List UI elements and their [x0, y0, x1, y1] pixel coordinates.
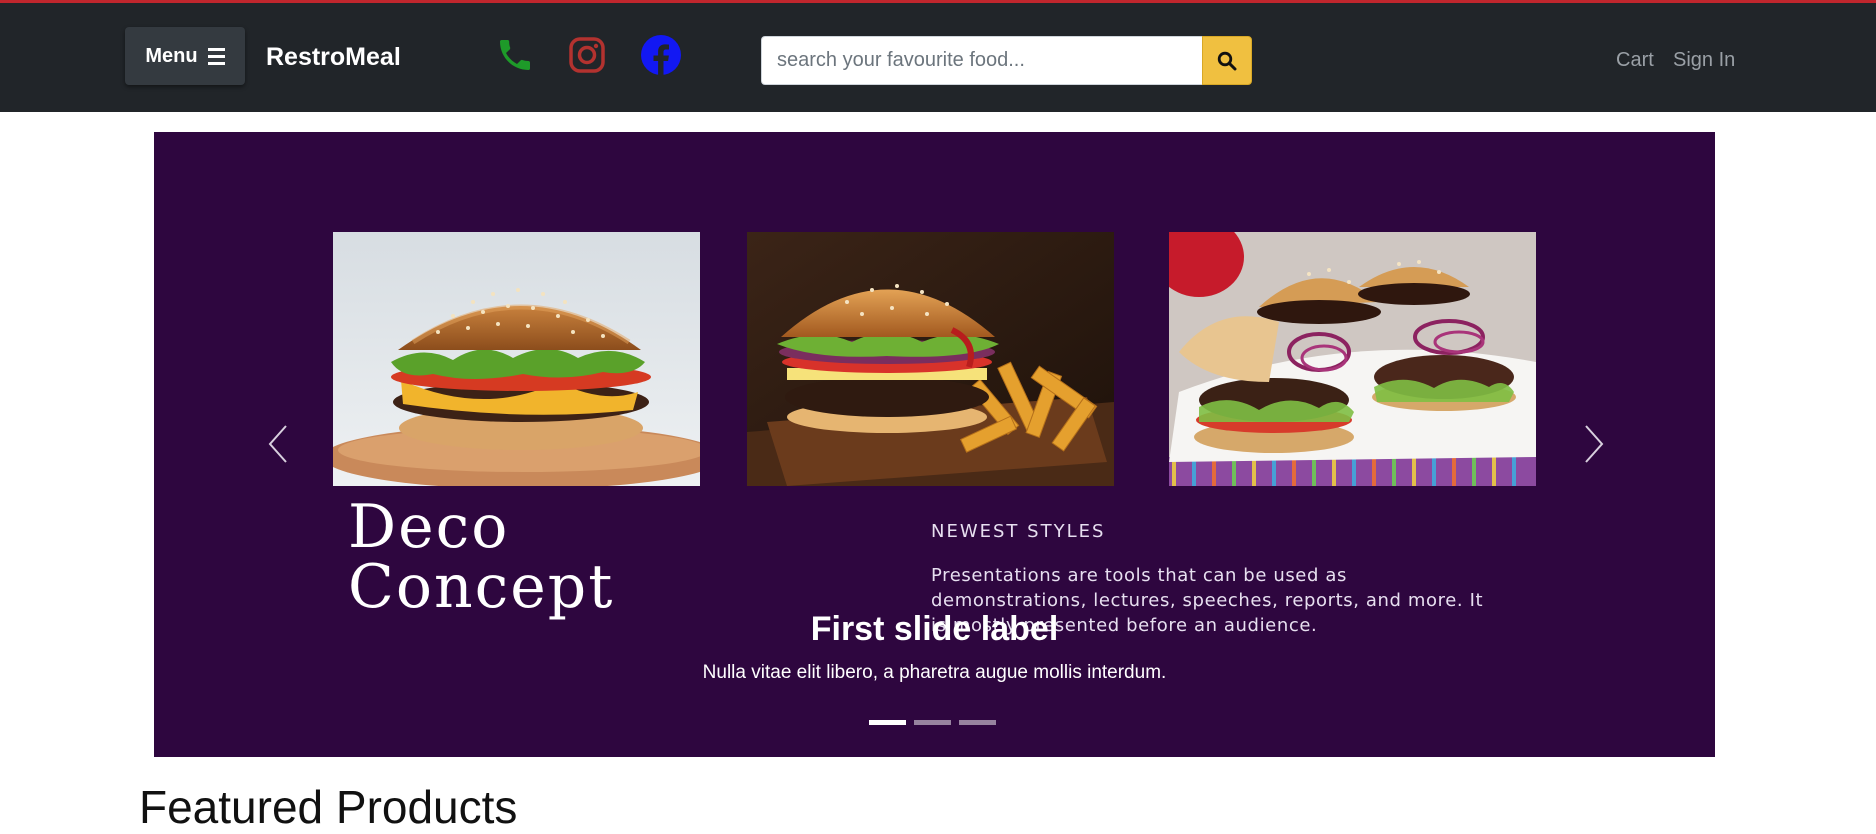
search-input[interactable]: [761, 36, 1202, 85]
chevron-right-icon: [1585, 425, 1604, 463]
menu-label: Menu: [145, 44, 198, 67]
carousel-indicator-3[interactable]: [959, 720, 996, 725]
carousel-indicators: [869, 720, 996, 725]
instagram-icon[interactable]: [567, 35, 607, 75]
facebook-icon[interactable]: [640, 34, 682, 76]
carousel-indicator-2[interactable]: [914, 720, 951, 725]
featured-products-heading: Featured Products: [139, 781, 518, 833]
hero-carousel: Deco Concept NEWEST STYLES Presentations…: [154, 132, 1715, 757]
burger-image-1: [333, 232, 700, 486]
phone-icon[interactable]: [495, 35, 535, 75]
burger-image-2: [747, 232, 1114, 486]
newest-styles-label: NEWEST STYLES: [931, 521, 1106, 542]
slide-caption-text: Nulla vitae elit libero, a pharetra augu…: [702, 662, 1167, 683]
slide-caption-title: First slide label: [810, 610, 1059, 648]
burger-image-3: [1169, 232, 1536, 486]
carousel-prev-button[interactable]: [260, 422, 300, 466]
search-bar: [761, 36, 1252, 85]
carousel-next-button[interactable]: [1572, 422, 1612, 466]
search-button[interactable]: [1202, 36, 1252, 85]
sign-in-link[interactable]: Sign In: [1673, 49, 1735, 72]
hamburger-icon: [207, 47, 225, 65]
chevron-left-icon: [268, 425, 287, 463]
search-icon: [1217, 51, 1237, 70]
brand-logo[interactable]: RestroMeal: [266, 43, 401, 72]
cart-link[interactable]: Cart: [1616, 49, 1654, 72]
deco-concept-title: Deco Concept: [348, 497, 614, 617]
navbar: Menu RestroMeal Cart Sign In: [0, 3, 1876, 112]
menu-button[interactable]: Menu: [125, 27, 245, 85]
carousel-indicator-1[interactable]: [869, 720, 906, 725]
